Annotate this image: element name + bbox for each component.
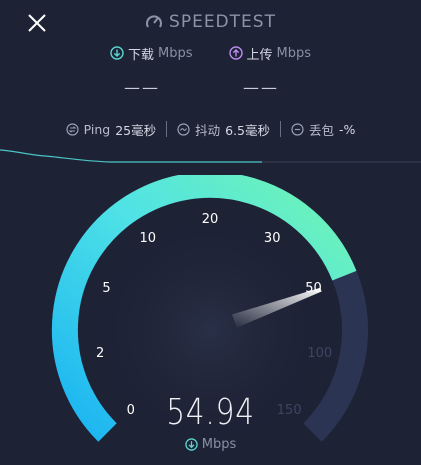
gauge-tick-label: 2	[96, 346, 104, 361]
metric-labels: 下载 Mbps 上传 Mbps	[0, 42, 421, 64]
gauge-tick-label: 5	[102, 281, 110, 296]
download-icon	[110, 46, 124, 60]
upload-icon	[228, 46, 243, 60]
download-label: 下载 Mbps	[110, 42, 193, 64]
packet-loss-label: 丢包	[309, 122, 335, 138]
jitter-label: 抖动	[195, 122, 221, 138]
gauge-tick-label: 50	[305, 281, 322, 296]
gauge-tick-label: 30	[264, 231, 281, 246]
gauge-tick-label: 20	[202, 212, 219, 227]
jitter-stat: 抖动 6.5毫秒	[167, 120, 280, 139]
download-unit: Mbps	[158, 45, 193, 61]
upload-text: 上传	[246, 47, 273, 63]
jitter-value: 6.5毫秒	[225, 122, 270, 138]
packet-loss-stat: 丢包 -%	[281, 120, 365, 139]
speed-reading: 54.94	[166, 392, 255, 433]
app-title: SPEEDTEST	[169, 12, 276, 32]
ping-icon	[65, 122, 79, 136]
download-text: 下载	[127, 47, 154, 63]
speed-unit: Mbps	[0, 437, 421, 452]
speedometer-icon	[146, 15, 163, 28]
upload-value: ——	[243, 78, 279, 97]
upload-unit: Mbps	[276, 45, 312, 61]
packet-loss-value: -%	[339, 121, 356, 137]
download-value: ——	[124, 78, 160, 97]
speed-graph-line	[0, 149, 262, 163]
download-icon	[185, 438, 198, 451]
gauge-tick-label: 100	[307, 346, 332, 361]
speed-unit-label: Mbps	[201, 437, 237, 452]
ping-value: 25毫秒	[115, 122, 157, 138]
stats-row: Ping 25毫秒 抖动 6.5毫秒 丢包 -%	[0, 118, 421, 140]
jitter-icon	[177, 122, 190, 136]
ping-label: Ping	[83, 121, 111, 137]
speed-graph	[0, 149, 421, 163]
gauge-tick-label: 10	[140, 231, 157, 246]
ping-stat: Ping 25毫秒	[56, 120, 167, 139]
packet-loss-icon	[291, 122, 304, 136]
app-logo: SPEEDTEST	[0, 10, 421, 34]
upload-label: 上传 Mbps	[228, 42, 312, 64]
